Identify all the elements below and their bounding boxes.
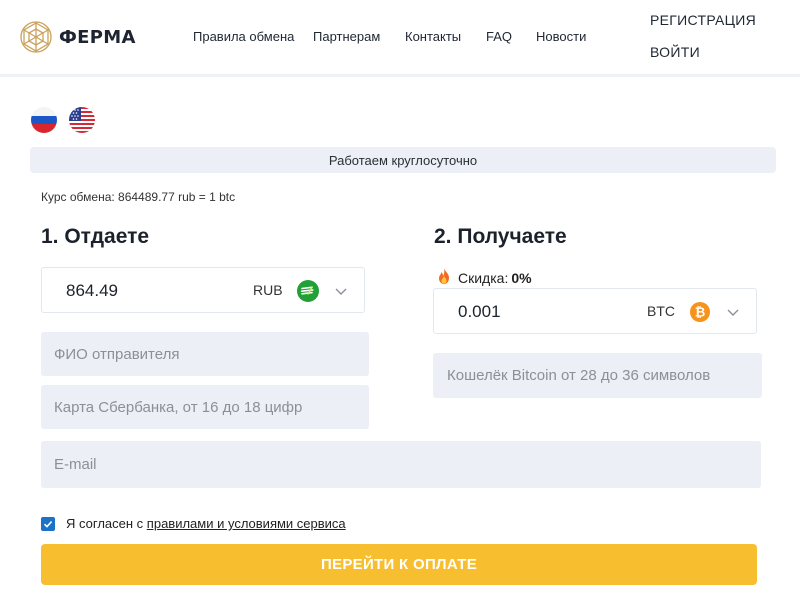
- logo-text: ФЕРМА: [59, 26, 136, 48]
- farm-logo-icon: [20, 21, 52, 53]
- bitcoin-icon: ₿: [688, 300, 712, 324]
- discount-value: 0%: [511, 269, 532, 286]
- go-to-payment-button[interactable]: ПЕРЕЙТИ К ОПЛАТЕ: [41, 544, 757, 585]
- give-amount-box[interactable]: 864.49 RUB: [41, 267, 365, 313]
- logo[interactable]: ФЕРМА: [19, 20, 136, 54]
- banner-text: Работаем круглосуточно: [328, 152, 478, 168]
- card-number-field[interactable]: [41, 385, 369, 429]
- receive-currency-label: BTC: [647, 303, 675, 319]
- sberbank-icon: [296, 279, 320, 303]
- receive-amount-input[interactable]: 0.001: [458, 302, 501, 322]
- bitcoin-wallet-field[interactable]: [433, 353, 762, 398]
- discount-label: Скидка:: [458, 269, 509, 286]
- chevron-down-icon[interactable]: [725, 304, 741, 320]
- fire-icon: [436, 267, 452, 288]
- russian-flag-icon[interactable]: [31, 107, 57, 133]
- nav-partners[interactable]: Партнерам: [313, 29, 380, 44]
- nav-news[interactable]: Новости: [536, 29, 586, 44]
- exchange-rate: Курс обмена: 864489.77 rub = 1 btc: [41, 190, 236, 204]
- site-header: ФЕРМА Правила обмена Партнерам Контакты …: [0, 0, 800, 77]
- nav-contacts[interactable]: Контакты: [405, 29, 461, 44]
- give-title: 1. Отдаете: [41, 225, 150, 248]
- give-currency-label: RUB: [253, 282, 283, 298]
- register-link[interactable]: РЕГИСТРАЦИЯ: [650, 12, 756, 28]
- sender-name-field[interactable]: [41, 332, 369, 376]
- discount-info: Скидка: 0%: [436, 267, 532, 288]
- check-icon: [43, 520, 53, 528]
- agreement-text: Я согласен с правилами и условиями серви…: [66, 516, 346, 531]
- us-flag-icon[interactable]: [69, 107, 95, 133]
- receive-title: 2. Получаете: [434, 225, 567, 248]
- login-link[interactable]: ВОЙТИ: [650, 44, 700, 60]
- svg-text:₿: ₿: [695, 306, 706, 321]
- receive-amount-box[interactable]: 0.001 BTC ₿: [433, 288, 757, 334]
- working-hours-banner: Работаем круглосуточно: [30, 147, 776, 173]
- agreement-checkbox[interactable]: [41, 516, 55, 531]
- email-field[interactable]: [41, 441, 761, 488]
- agreement-row: Я согласен с правилами и условиями серви…: [41, 516, 346, 531]
- nav-exchange-rules[interactable]: Правила обмена: [193, 29, 294, 44]
- chevron-down-icon[interactable]: [333, 283, 349, 299]
- give-amount-input[interactable]: 864.49: [66, 281, 118, 301]
- terms-link[interactable]: правилами и условиями сервиса: [147, 516, 346, 531]
- nav-faq[interactable]: FAQ: [486, 29, 512, 44]
- agreement-prefix: Я согласен с: [66, 516, 144, 531]
